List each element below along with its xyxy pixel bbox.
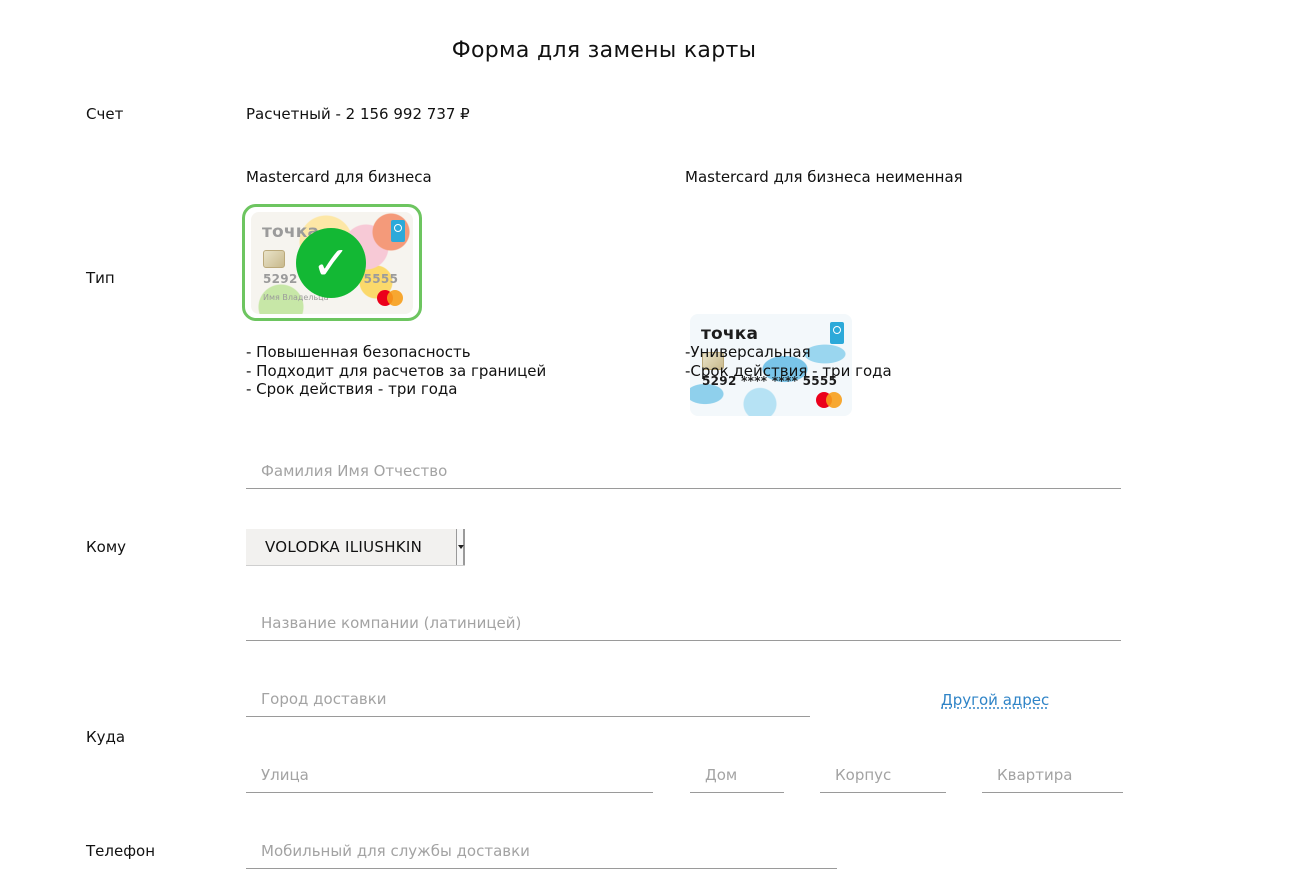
feature-item: - Срок действия - три года (246, 380, 458, 398)
house-input[interactable] (690, 763, 784, 793)
card-features-named: - Повышенная безопасность - Подходит для… (246, 343, 546, 399)
phone-label: Телефон (86, 842, 156, 860)
company-name-input[interactable] (246, 611, 1121, 641)
fio-input[interactable] (246, 459, 1121, 489)
bank-badge-icon (830, 322, 844, 344)
account-label: Счет (86, 105, 124, 123)
street-input[interactable] (246, 763, 653, 793)
card-option-name-unnamed: Mastercard для бизнеса неименная (685, 168, 963, 186)
city-input[interactable] (246, 687, 810, 717)
dropdown-arrow-icon[interactable] (456, 529, 465, 565)
card-features-unnamed: -Универсальная -Срок действия - три года (685, 343, 892, 380)
embossed-name-select[interactable]: VOLODKA ILIUSHKIN (246, 529, 465, 565)
other-address-link[interactable]: Другой адрес (941, 691, 1049, 709)
account-value: Расчетный - 2 156 992 737 ₽ (246, 105, 470, 123)
feature-item: -Срок действия - три года (685, 361, 892, 380)
card-option-name-named: Mastercard для бизнеса (246, 168, 432, 186)
feature-item: -Универсальная (685, 343, 811, 361)
address-label: Куда (86, 728, 126, 746)
recipient-label: Кому (86, 538, 127, 556)
building-input[interactable] (820, 763, 946, 793)
embossed-name-value: VOLODKA ILIUSHKIN (265, 538, 423, 556)
type-label: Тип (86, 269, 115, 287)
card-logo: точка (701, 324, 759, 344)
feature-item: - Повышенная безопасность (246, 343, 471, 361)
mastercard-logo-icon (816, 392, 842, 408)
page-title: Форма для замены карты (451, 38, 757, 63)
check-icon: ✓ (296, 228, 366, 298)
apartment-input[interactable] (982, 763, 1123, 793)
feature-item: - Подходит для расчетов за границей (246, 361, 547, 380)
phone-input[interactable] (246, 839, 837, 869)
